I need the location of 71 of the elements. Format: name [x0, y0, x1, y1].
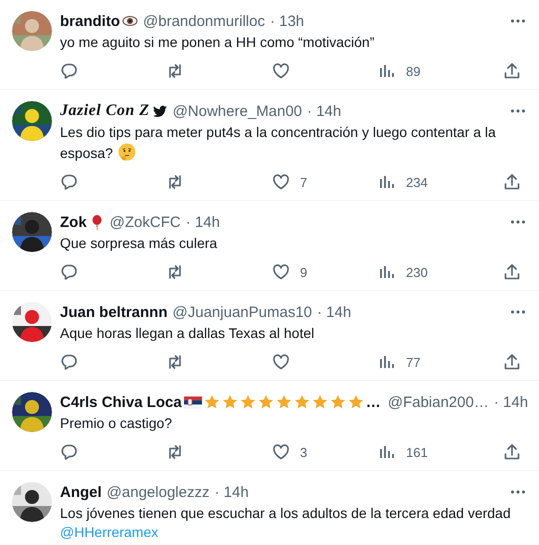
reply-icon[interactable]	[60, 173, 78, 191]
star-icon	[258, 394, 274, 410]
user-handle[interactable]: @Nowhere_Man00	[172, 102, 302, 120]
post-text: Los jóvenes tienen que escuchar a los adultos de la tercera edad verdad @HHerreramex	[60, 504, 512, 542]
user-handle[interactable]: @Fabian200…	[388, 394, 489, 410]
thinking-face-icon	[116, 142, 137, 162]
user-name[interactable]: Angel	[60, 484, 102, 500]
user-name[interactable]: Zok	[60, 214, 87, 230]
star-icon	[348, 394, 364, 410]
reply-icon[interactable]	[60, 62, 78, 80]
post-time[interactable]: · 14h	[307, 102, 342, 120]
eye-icon	[122, 13, 138, 29]
user-name[interactable]: Jaziel Con Z	[60, 102, 150, 120]
post-time[interactable]: · 14h	[186, 214, 220, 230]
view-count: 77	[406, 354, 420, 370]
share-icon[interactable]	[503, 263, 521, 281]
star-icon	[276, 394, 292, 410]
star-icon	[222, 394, 238, 410]
post-text: Aque horas llegan a dallas Texas al hotel	[60, 324, 316, 343]
like-count: 7	[300, 174, 308, 190]
star-icon	[240, 394, 256, 410]
user-name[interactable]: C4rls Chiva Loca	[60, 394, 182, 410]
post-text: yo me aguito si me ponen a HH como “motivación”	[60, 33, 376, 52]
share-icon[interactable]	[503, 353, 521, 371]
repost-icon[interactable]	[166, 173, 184, 191]
repost-icon[interactable]	[166, 443, 184, 461]
share-icon[interactable]	[503, 62, 521, 80]
user-handle[interactable]: @angeloglezzz	[106, 484, 210, 500]
view-count: 234	[406, 174, 428, 190]
post-text: Que sorpresa más culera	[60, 234, 218, 253]
like-count: 9	[300, 264, 308, 280]
post-time[interactable]: · 14h	[317, 304, 352, 320]
star-icon	[294, 394, 310, 410]
like-count: 3	[300, 444, 308, 460]
bar-chart-icon[interactable]	[378, 353, 396, 371]
user-name[interactable]: brandito	[60, 12, 120, 30]
bar-chart-icon[interactable]	[378, 443, 396, 461]
post-time[interactable]: · 14h	[214, 484, 249, 500]
post-time[interactable]: · 14h	[494, 394, 528, 410]
reply-icon[interactable]	[60, 353, 78, 371]
star-icon	[330, 394, 346, 410]
view-count: 230	[406, 264, 428, 280]
user-handle[interactable]: @JuanjuanPumas10	[172, 304, 312, 320]
heart-icon[interactable]	[272, 353, 290, 371]
repost-icon[interactable]	[166, 353, 184, 371]
share-icon[interactable]	[503, 443, 521, 461]
heart-icon[interactable]	[272, 62, 290, 80]
post-text: Les dio tips para meter put4s a la concentración y luego contentar a la esposa?	[60, 123, 497, 163]
user-handle[interactable]: @ZokCFC	[110, 214, 181, 230]
bar-chart-icon[interactable]	[378, 263, 396, 281]
post-text: Premio o castigo?	[60, 414, 174, 433]
star-icon	[312, 394, 328, 410]
bird-icon	[152, 103, 168, 119]
repost-icon[interactable]	[166, 62, 184, 80]
bar-chart-icon[interactable]	[378, 62, 396, 80]
name-ellipsis: …	[366, 394, 381, 410]
view-count: 89	[406, 64, 420, 78]
heart-icon[interactable]	[272, 263, 290, 281]
reply-icon[interactable]	[60, 263, 78, 281]
repost-icon[interactable]	[166, 263, 184, 281]
heart-icon[interactable]	[272, 443, 290, 461]
post-time[interactable]: · 13h	[270, 12, 304, 30]
star-icon	[204, 394, 220, 410]
bar-chart-icon[interactable]	[378, 173, 396, 191]
user-handle[interactable]: @brandonmurilloc	[143, 12, 265, 30]
view-count: 161	[406, 444, 428, 460]
flag-icon	[184, 394, 202, 410]
reply-icon[interactable]	[60, 443, 78, 461]
share-icon[interactable]	[503, 173, 521, 191]
heart-icon[interactable]	[272, 173, 290, 191]
user-name[interactable]: Juan beltrannn	[60, 304, 168, 320]
